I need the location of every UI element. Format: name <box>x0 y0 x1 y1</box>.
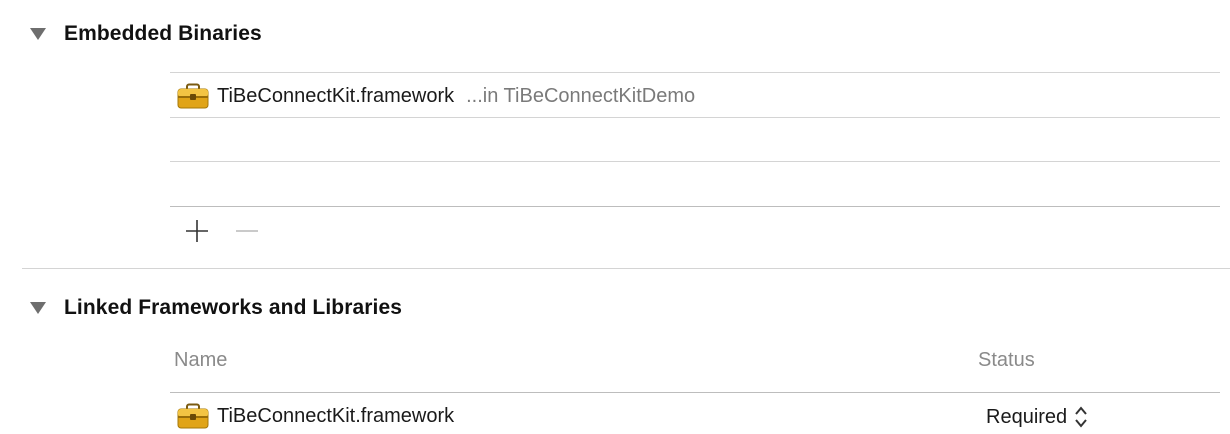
minus-icon[interactable] <box>234 218 260 244</box>
table-bottom-divider <box>170 206 1220 207</box>
disclosure-triangle-icon[interactable] <box>30 28 46 40</box>
empty-row <box>170 162 1220 206</box>
framework-name: TiBeConnectKit.framework <box>217 84 455 107</box>
linked-frameworks-header: Linked Frameworks and Libraries <box>30 293 402 323</box>
column-header-status[interactable]: Status <box>978 349 1035 372</box>
build-phases-panel: Embedded Binaries TiBeConnectKit.framewo… <box>0 0 1230 434</box>
section-title-linked-frameworks: Linked Frameworks and Libraries <box>64 296 403 319</box>
framework-name: TiBeConnectKit.framework <box>217 404 455 427</box>
table-header-divider <box>170 392 1220 393</box>
empty-row <box>170 118 1220 162</box>
toolbox-icon <box>177 403 209 429</box>
column-header-name[interactable]: Name <box>174 349 227 372</box>
up-down-chevron-icon <box>1075 406 1087 428</box>
status-value: Required <box>986 405 1068 428</box>
table-top-divider <box>170 72 1220 73</box>
embedded-row[interactable]: TiBeConnectKit.framework ...in TiBeConne… <box>170 74 1220 118</box>
linked-row[interactable]: TiBeConnectKit.framework <box>170 395 950 434</box>
embedded-binaries-header: Embedded Binaries <box>30 19 262 49</box>
section-divider <box>22 268 1230 269</box>
plus-icon[interactable] <box>184 218 210 244</box>
toolbox-icon <box>177 83 209 109</box>
framework-path: ...in TiBeConnectKitDemo <box>466 84 696 107</box>
status-popup-button[interactable]: Required <box>986 402 1089 432</box>
section-title-embedded-binaries: Embedded Binaries <box>64 22 262 45</box>
disclosure-triangle-icon[interactable] <box>30 302 46 314</box>
